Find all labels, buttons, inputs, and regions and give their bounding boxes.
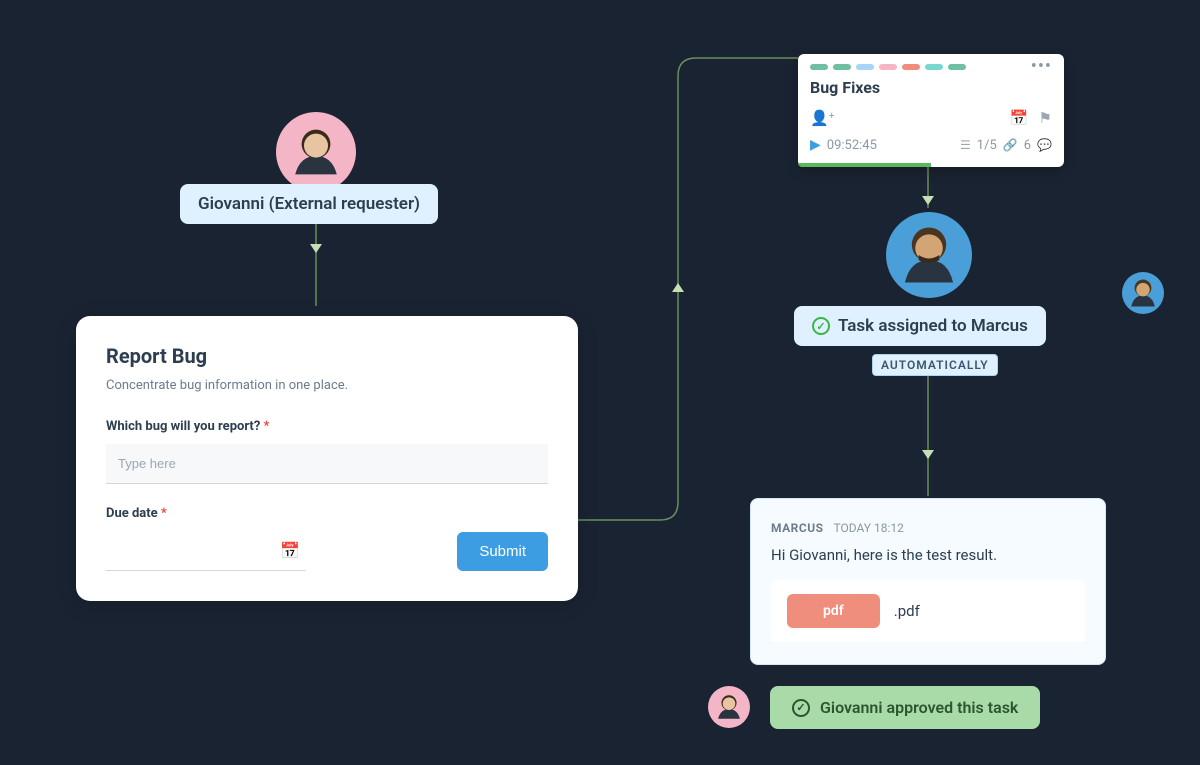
chat-time: TODAY 18:12 [833, 521, 903, 535]
file-attachment[interactable]: pdf .pdf [771, 580, 1085, 642]
card-tags: ••• [810, 64, 1052, 70]
calendar-icon: 📅 [280, 541, 300, 560]
arrow-head [310, 244, 322, 253]
approval-banner: ✓ Giovanni approved this task [770, 686, 1040, 729]
file-extension: .pdf [894, 602, 920, 620]
report-bug-form: Report Bug Concentrate bug information i… [76, 316, 578, 601]
requester-label-text: Giovanni (External requester) [198, 194, 420, 214]
due-date-input[interactable]: 📅 [106, 531, 306, 571]
form-title: Report Bug [106, 344, 548, 368]
attachment-icon: 🔗 [1003, 138, 1018, 152]
bug-input[interactable] [106, 444, 548, 484]
check-icon: ✓ [812, 317, 830, 335]
timer-value: 09:52:45 [827, 138, 877, 153]
avatar-giovanni-small[interactable] [708, 686, 750, 728]
chat-body: Hi Giovanni, here is the test result. [771, 546, 1085, 564]
assignment-label: ✓ Task assigned to Marcus [794, 306, 1046, 346]
field-label-due: Due date * [106, 506, 306, 521]
tag-chip [948, 64, 966, 70]
submit-button[interactable]: Submit [457, 532, 548, 571]
checklist-count: 1/5 [977, 138, 997, 153]
attachment-count: 6 [1024, 138, 1031, 153]
field-label-bug: Which bug will you report? * [106, 419, 548, 434]
form-subtitle: Concentrate bug information in one place… [106, 378, 548, 393]
arrow-head [672, 283, 684, 292]
tag-chip [856, 64, 874, 70]
avatar-marcus-small[interactable] [1122, 272, 1164, 314]
progress-bar [798, 163, 931, 167]
requester-label: Giovanni (External requester) [180, 184, 438, 224]
auto-badge: AUTOMATICALLY [872, 354, 998, 376]
comment-icon[interactable]: 💬 [1037, 138, 1052, 152]
chat-author: MARCUS [771, 521, 824, 535]
more-icon[interactable]: ••• [1031, 64, 1052, 70]
avatar-marcus [886, 212, 972, 298]
chat-message: MARCUS TODAY 18:12 Hi Giovanni, here is … [750, 498, 1106, 665]
task-title: Bug Fixes [810, 78, 1052, 97]
tag-chip [925, 64, 943, 70]
arrow-head [922, 196, 934, 205]
assignment-text: Task assigned to Marcus [838, 316, 1028, 336]
calendar-icon[interactable]: 📅 [1010, 109, 1029, 127]
assignee-icon[interactable]: 👤⁺ [810, 109, 835, 127]
file-type-badge: pdf [787, 594, 880, 628]
chat-meta: MARCUS TODAY 18:12 [771, 517, 1085, 536]
tag-chip [879, 64, 897, 70]
task-card[interactable]: ••• Bug Fixes 👤⁺ 📅 ⚑ ▶ 09:52:45 ☰ 1/5 🔗 … [798, 54, 1064, 167]
arrow-head [922, 450, 934, 459]
checklist-icon: ☰ [960, 138, 971, 152]
approval-text: Giovanni approved this task [820, 698, 1018, 717]
play-icon[interactable]: ▶ [810, 137, 821, 153]
avatar-giovanni [276, 112, 356, 192]
check-icon: ✓ [792, 699, 810, 717]
tag-chip [833, 64, 851, 70]
tag-chip [902, 64, 920, 70]
tag-chip [810, 64, 828, 70]
flag-icon[interactable]: ⚑ [1039, 109, 1052, 127]
